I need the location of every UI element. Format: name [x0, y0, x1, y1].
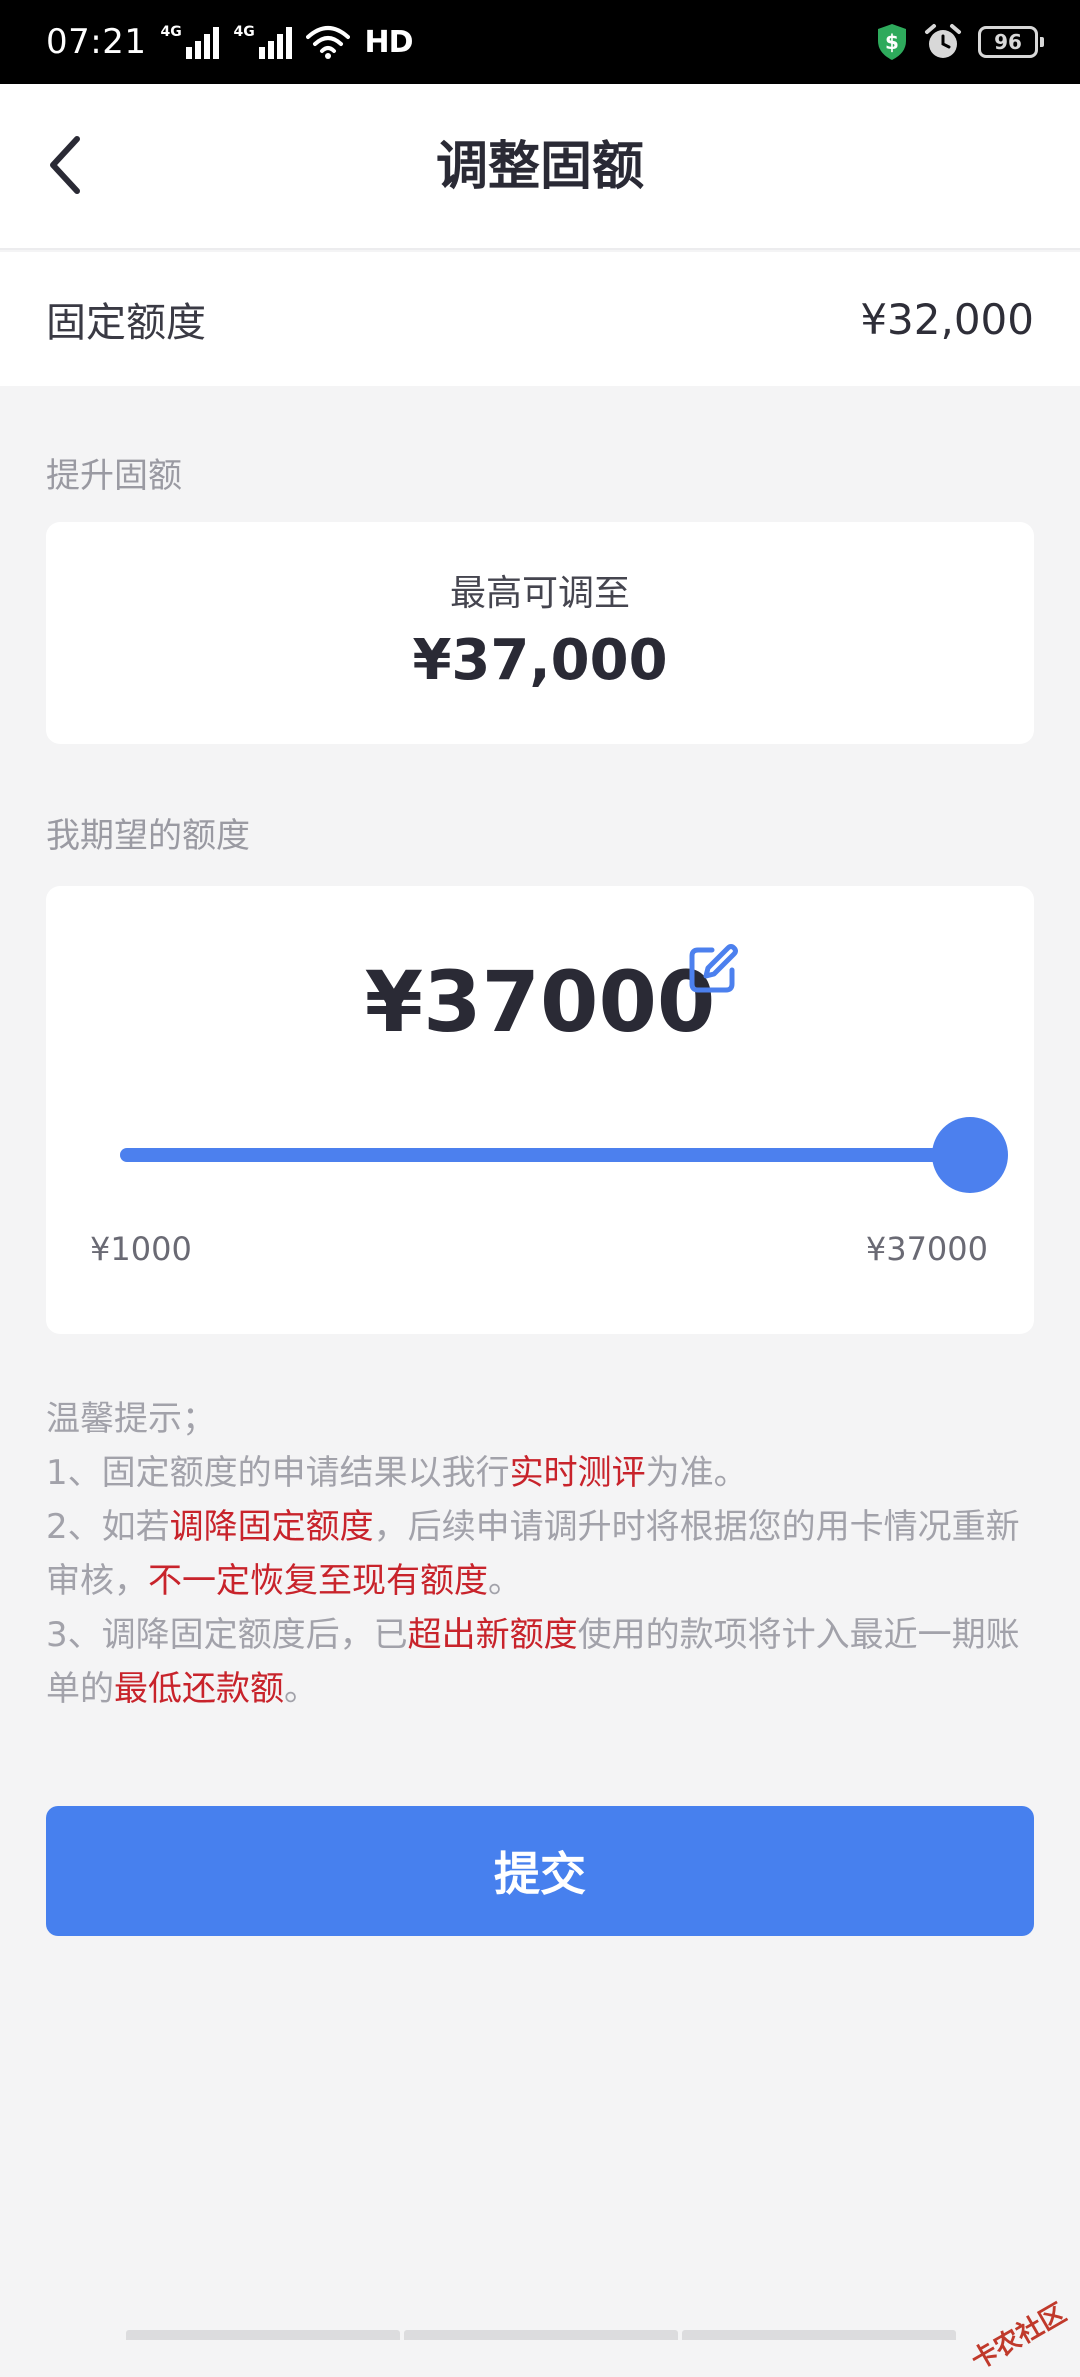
max-limit-amount: ¥37,000	[412, 628, 668, 693]
tip-highlight: 超出新额度	[407, 1615, 578, 1655]
raise-section-label: 提升固额	[46, 456, 182, 496]
expected-limit-card: ¥37000 ¥1000 ¥37000	[46, 886, 1034, 1334]
status-left: 07:21 4G 4G HD	[46, 22, 414, 62]
bottom-tab-edges	[126, 2330, 956, 2340]
max-limit-caption: 最高可调至	[449, 573, 630, 614]
slider-max-label: ¥37000	[865, 1230, 988, 1268]
tip-text: 。	[284, 1669, 318, 1709]
tab-edge	[126, 2330, 400, 2340]
max-limit-card: 最高可调至 ¥37,000	[46, 522, 1034, 744]
tip-highlight: 实时测评	[509, 1453, 646, 1493]
alarm-icon	[925, 24, 961, 58]
submit-button[interactable]: 提交	[46, 1806, 1034, 1936]
status-right: $ 96	[876, 23, 1044, 61]
tip-line-1: 1、固定额度的申请结果以我行实时测评为准。	[46, 1446, 1036, 1500]
amount-slider[interactable]	[120, 1117, 1008, 1193]
battery-icon: 96	[978, 26, 1044, 58]
status-time: 07:21	[46, 22, 147, 62]
tip-highlight: 调降固定额度	[169, 1507, 374, 1547]
watermark: 卡农社区	[966, 2298, 1072, 2377]
fixed-limit-label: 固定额度	[46, 300, 206, 346]
tip-text: 1、固定额度的申请结果以我行	[46, 1453, 510, 1493]
tips-title: 温馨提示；	[46, 1399, 216, 1439]
slider-thumb[interactable]	[932, 1117, 1008, 1193]
tab-edge	[682, 2330, 956, 2340]
page-title: 调整固额	[435, 137, 644, 197]
tip-line-3: 3、调降固定额度后，已超出新额度使用的款项将计入最近一期账单的最低还款额。	[46, 1608, 1036, 1716]
tip-text: 3、调降固定额度后，已	[46, 1615, 408, 1655]
tip-highlight: 不一定恢复至现有额度	[148, 1561, 488, 1601]
tab-edge	[404, 2330, 678, 2340]
tip-text: 2、如若	[46, 1507, 170, 1547]
hd-label: HD	[364, 24, 413, 60]
expected-amount: ¥37000	[364, 953, 716, 1051]
status-bar: 07:21 4G 4G HD $ 96	[0, 0, 1080, 84]
signal-icon-2: 4G	[233, 24, 293, 59]
tips-block: 温馨提示； 1、固定额度的申请结果以我行实时测评为准。 2、如若调降固定额度，后…	[46, 1392, 1036, 1716]
slider-min-label: ¥1000	[90, 1230, 192, 1268]
fixed-limit-value: ¥32,000	[860, 294, 1034, 344]
tip-line-2: 2、如若调降固定额度，后续申请调升时将根据您的用卡情况重新审核，不一定恢复至现有…	[46, 1500, 1036, 1608]
tip-text: 。	[488, 1561, 522, 1601]
edit-icon[interactable]	[686, 942, 740, 996]
network-type-label: 4G	[160, 24, 182, 40]
tip-highlight: 最低还款额	[114, 1669, 284, 1709]
expect-section-label: 我期望的额度	[46, 816, 250, 856]
tip-text: 为准。	[645, 1453, 748, 1493]
fixed-limit-row: 固定额度 ¥32,000	[0, 252, 1080, 386]
shield-icon: $	[878, 24, 906, 60]
signal-icon: 4G	[160, 24, 220, 59]
nav-bar: 调整固额	[0, 84, 1080, 250]
network-type-label-2: 4G	[233, 24, 255, 40]
wifi-icon	[306, 26, 351, 59]
svg-text:$: $	[885, 30, 899, 54]
slider-fill	[120, 1148, 970, 1162]
